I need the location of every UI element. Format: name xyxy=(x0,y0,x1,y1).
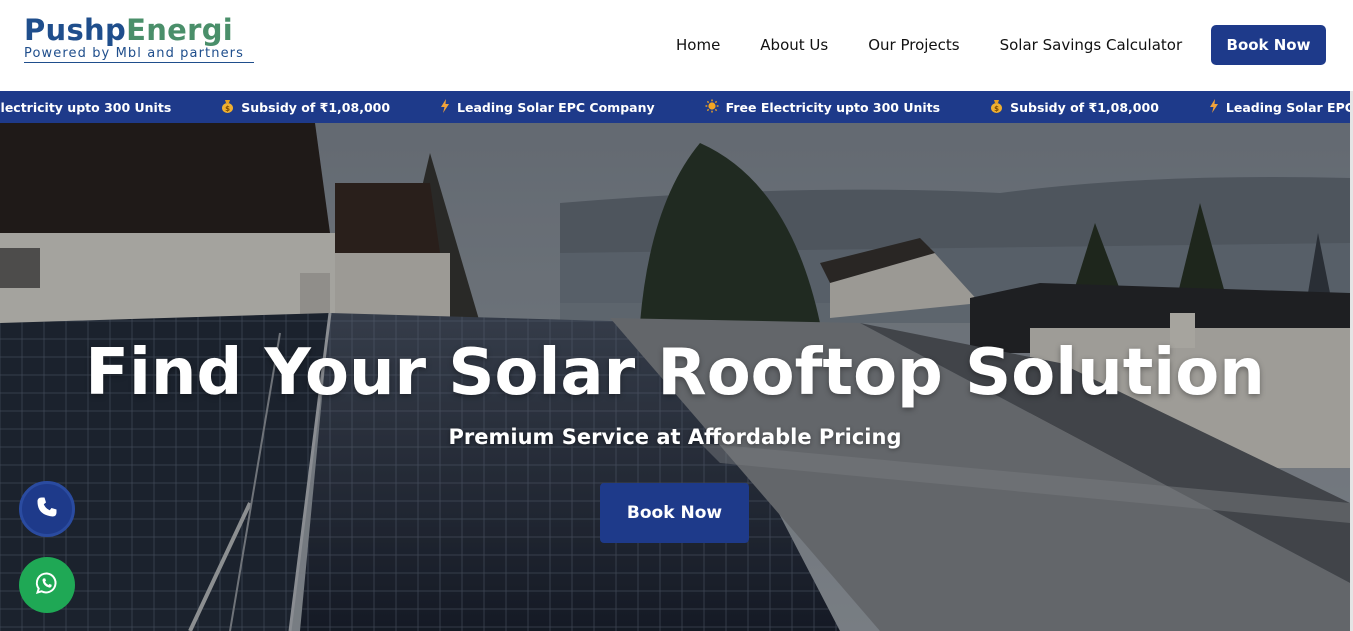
phone-icon xyxy=(35,495,59,524)
ticker-item-text: Leading Solar EPC Company xyxy=(457,99,655,115)
ticker-item: Leading Solar EPC Company xyxy=(1209,98,1350,116)
hero-subtitle: Premium Service at Affordable Pricing xyxy=(448,425,902,449)
call-floating-button[interactable] xyxy=(19,481,75,537)
lightning-icon xyxy=(1209,98,1219,116)
ticker-item-text: Subsidy of ₹1,08,000 xyxy=(241,99,391,115)
money-bag-icon: $ xyxy=(990,99,1003,116)
ticker-item-text: Subsidy of ₹1,08,000 xyxy=(1010,99,1159,115)
brand-tagline: Powered by Mbl and partners xyxy=(24,46,254,63)
main-nav: Home About Us Our Projects Solar Savings… xyxy=(660,25,1182,65)
ticker-item: Electricity upto 300 Units xyxy=(0,100,171,115)
announcement-ticker: Electricity upto 300 Units $ Subsidy of … xyxy=(0,91,1350,123)
brand-name: PushpEnergi xyxy=(24,12,254,48)
hero-title: Find Your Solar Rooftop Solution xyxy=(85,336,1265,410)
brand-name-part2: Energi xyxy=(126,13,234,47)
brand-name-part1: Pushp xyxy=(24,13,127,47)
sun-icon xyxy=(705,99,719,116)
ticker-track: Electricity upto 300 Units $ Subsidy of … xyxy=(0,91,1350,123)
nav-link-our-projects[interactable]: Our Projects xyxy=(868,36,959,54)
header-book-now-button[interactable]: Book Now xyxy=(1211,25,1326,65)
ticker-item: Leading Solar EPC Company xyxy=(440,98,655,116)
lightning-icon xyxy=(440,98,450,116)
nav-link-home[interactable]: Home xyxy=(676,36,720,54)
whatsapp-floating-button[interactable] xyxy=(19,557,75,613)
brand-logo[interactable]: PushpEnergi Powered by Mbl and partners xyxy=(24,12,254,63)
nav-link-solar-savings-calculator[interactable]: Solar Savings Calculator xyxy=(1000,36,1183,54)
svg-text:$: $ xyxy=(225,105,230,113)
ticker-item-text: Electricity upto 300 Units xyxy=(0,99,172,115)
ticker-item-text: Leading Solar EPC Company xyxy=(1225,99,1350,115)
money-bag-icon: $ xyxy=(221,99,234,116)
ticker-item-text: Free Electricity upto 300 Units xyxy=(725,99,941,115)
ticker-item: Free Electricity upto 300 Units xyxy=(705,99,940,116)
svg-text:$: $ xyxy=(994,105,999,113)
ticker-item: $ Subsidy of ₹1,08,000 xyxy=(990,99,1159,116)
hero-section: Find Your Solar Rooftop Solution Premium… xyxy=(0,123,1350,631)
nav-link-about-us[interactable]: About Us xyxy=(760,36,828,54)
hero-book-now-button[interactable]: Book Now xyxy=(600,483,749,543)
ticker-item: $ Subsidy of ₹1,08,000 xyxy=(221,99,390,116)
site-header: PushpEnergi Powered by Mbl and partners … xyxy=(0,0,1353,91)
whatsapp-icon xyxy=(35,571,59,600)
